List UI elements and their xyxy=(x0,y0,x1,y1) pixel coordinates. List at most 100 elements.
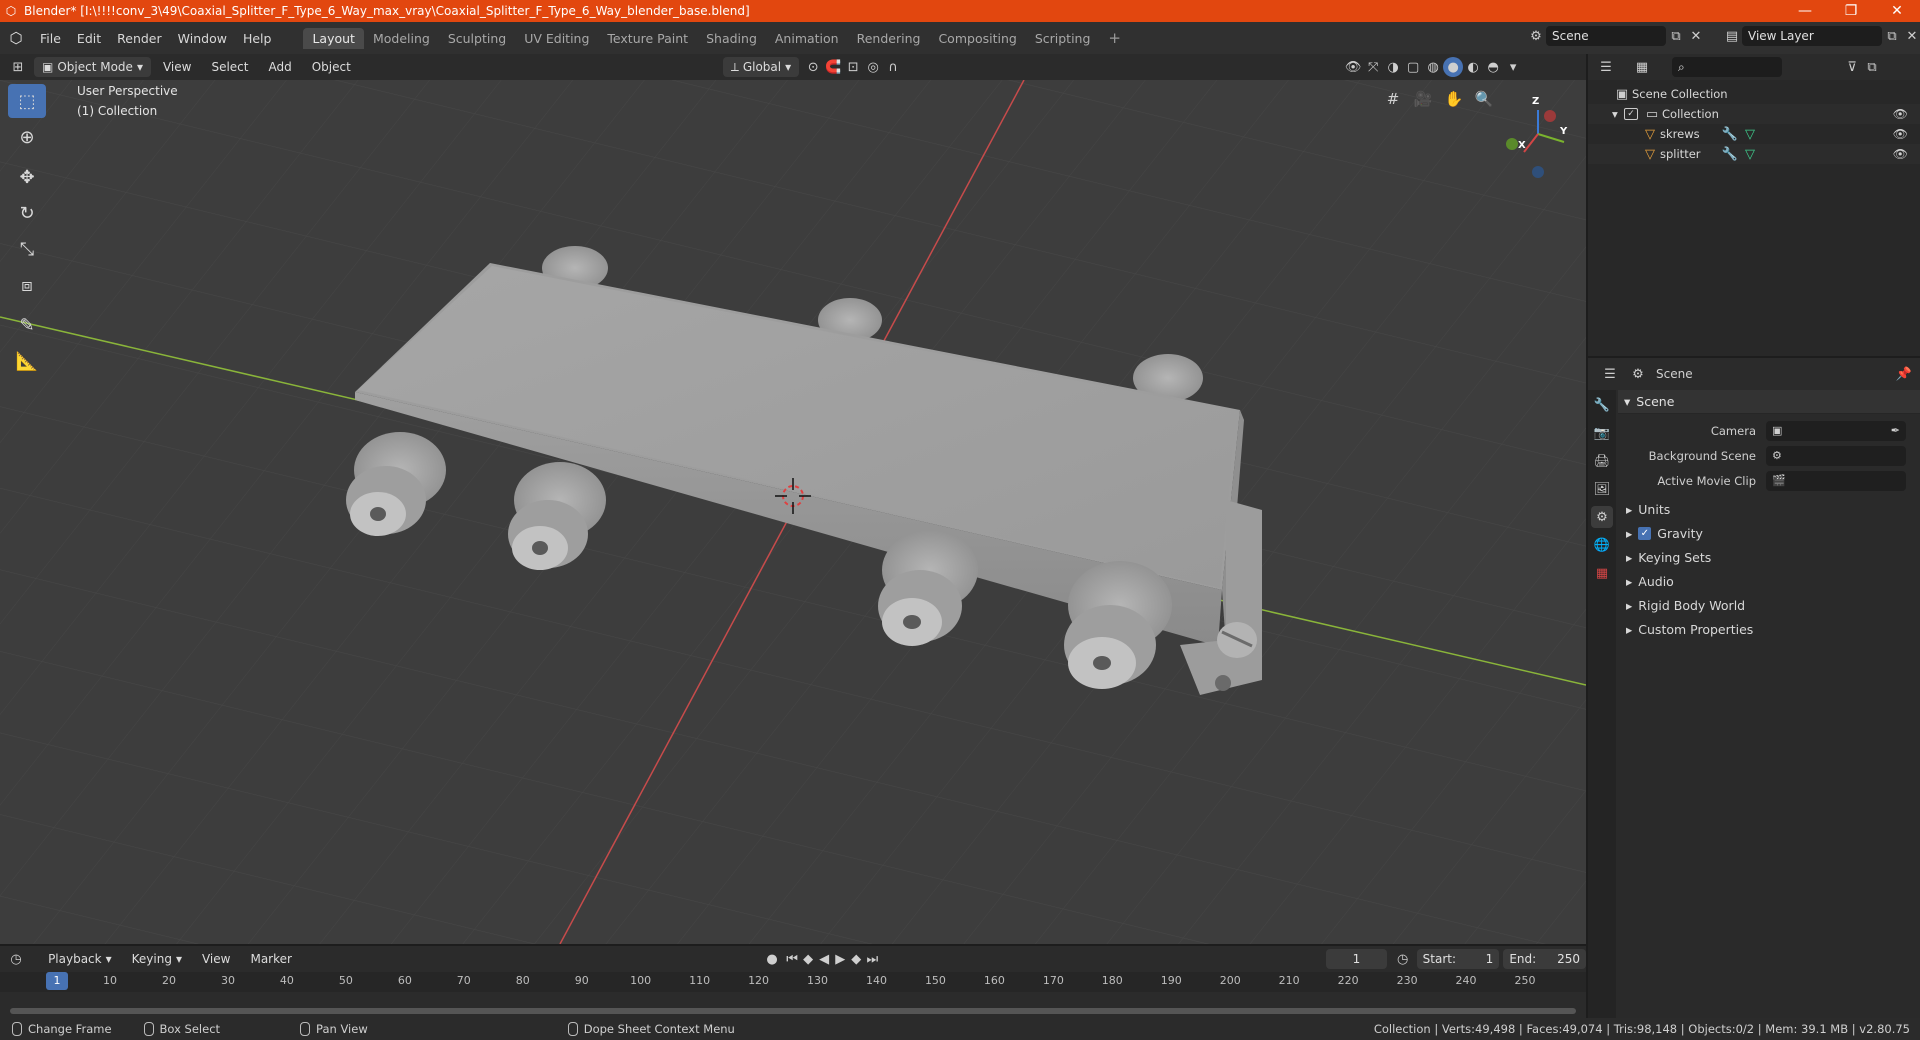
transform-tool-icon[interactable]: ⧈ xyxy=(8,268,46,302)
cursor-tool-icon[interactable]: ⊕ xyxy=(8,120,46,154)
blender-menu-icon[interactable]: ⬡ xyxy=(0,29,32,47)
outliner-object-skrews[interactable]: ▽ skrews 🔧 ▽ 👁 xyxy=(1588,124,1920,144)
timeline-ruler[interactable]: 1 10 20 30 40 50 60 70 80 90 100 110 120 130 140 150 16… xyxy=(0,972,1586,992)
proportional-edit-icon[interactable]: ◎ xyxy=(863,57,883,77)
camera-view-icon[interactable]: 🎥 xyxy=(1411,87,1435,111)
tab-scripting[interactable]: Scripting xyxy=(1026,28,1100,49)
snap-target-icon[interactable]: ⊡ xyxy=(843,57,863,77)
select-box-tool-icon[interactable]: ⬚ xyxy=(8,84,46,118)
measure-tool-icon[interactable]: 📐 xyxy=(8,344,46,378)
viewport-menu-object[interactable]: Object xyxy=(304,57,359,77)
active-movie-clip-field[interactable]: 🎬 xyxy=(1766,470,1906,491)
marker-menu[interactable]: Marker xyxy=(242,949,299,969)
menu-window[interactable]: Window xyxy=(170,31,235,46)
mode-dropdown[interactable]: ▣ Object Mode ▾ xyxy=(34,57,151,77)
prev-keyframe-icon[interactable]: ◆ xyxy=(800,949,816,969)
gizmo-toggle-icon[interactable]: ⤧ xyxy=(1363,57,1383,77)
audio-panel-header[interactable]: ▸ Audio xyxy=(1618,569,1920,593)
tab-modeling[interactable]: Modeling xyxy=(364,28,439,49)
gizmo-z-label[interactable]: Z xyxy=(1532,96,1539,107)
tab-rendering[interactable]: Rendering xyxy=(848,28,930,49)
timeline-editor-icon[interactable]: ◷ xyxy=(8,949,24,969)
playhead-frame-indicator[interactable]: 1 xyxy=(46,972,68,990)
preview-range-icon[interactable]: ◷ xyxy=(1395,949,1411,969)
transform-orientation-dropdown[interactable]: ⟂ Global ▾ xyxy=(722,57,800,77)
modifier-wrench-icon[interactable]: 🔧 xyxy=(1720,144,1740,164)
view-layer-field[interactable]: View Layer xyxy=(1742,26,1882,46)
object-visibility-icon[interactable]: 👁 xyxy=(1343,57,1363,77)
current-frame-field[interactable]: 1 xyxy=(1326,949,1387,969)
remove-scene-icon[interactable]: ✕ xyxy=(1686,26,1706,46)
record-icon[interactable]: ● xyxy=(764,949,780,969)
solid-shading-icon[interactable]: ● xyxy=(1443,57,1464,77)
falloff-icon[interactable]: ∩ xyxy=(883,57,903,77)
timeline-view-menu[interactable]: View xyxy=(194,949,238,969)
splitter-visibility-eye-icon[interactable]: 👁 xyxy=(1893,147,1908,161)
jump-start-icon[interactable]: ⏮ xyxy=(784,949,800,969)
new-collection-icon[interactable]: ⧉ xyxy=(1862,57,1882,77)
background-scene-field[interactable]: ⚙ xyxy=(1766,445,1906,466)
tool-tab-icon[interactable]: 🔧 xyxy=(1591,394,1613,416)
scene-name-field[interactable]: Scene xyxy=(1546,26,1666,46)
start-frame-field[interactable]: Start: 1 xyxy=(1416,949,1500,969)
viewport-menu-select[interactable]: Select xyxy=(203,57,256,77)
viewport-menu-view[interactable]: View xyxy=(155,57,199,77)
world-tab-icon[interactable]: 🌐 xyxy=(1591,534,1613,556)
minimize-button[interactable]: — xyxy=(1782,3,1828,19)
filter-icon[interactable]: ⊽ xyxy=(1842,57,1862,77)
material-shading-icon[interactable]: ◐ xyxy=(1463,57,1483,77)
gizmo-x-label[interactable]: X xyxy=(1518,140,1526,151)
output-tab-icon[interactable]: 🖨 xyxy=(1591,450,1613,472)
outliner-search-input[interactable]: ⌕ xyxy=(1672,57,1782,77)
viewport-menu-add[interactable]: Add xyxy=(260,57,299,77)
close-button[interactable]: ✕ xyxy=(1874,3,1920,19)
keying-sets-panel-header[interactable]: ▸ Keying Sets xyxy=(1618,545,1920,569)
move-tool-icon[interactable]: ✥ xyxy=(8,160,46,194)
collection-checkbox-icon[interactable]: ✓ xyxy=(1624,108,1638,120)
tab-texture-paint[interactable]: Texture Paint xyxy=(598,28,697,49)
new-scene-icon[interactable]: ⧉ xyxy=(1666,26,1686,46)
playback-menu[interactable]: Playback ▾ xyxy=(40,949,120,969)
pivot-point-icon[interactable]: ⊙ xyxy=(803,57,823,77)
outliner-object-splitter[interactable]: ▽ splitter 🔧 ▽ 👁 xyxy=(1588,144,1920,164)
editor-type-icon[interactable]: ⊞ xyxy=(8,57,28,77)
tab-uv-editing[interactable]: UV Editing xyxy=(515,28,598,49)
scene-panel-header[interactable]: ▾ Scene xyxy=(1618,390,1920,414)
next-keyframe-icon[interactable]: ◆ xyxy=(848,949,864,969)
outliner-collection[interactable]: ▾ ✓ ▭ Collection 👁 xyxy=(1588,104,1920,124)
menu-render[interactable]: Render xyxy=(109,31,170,46)
overlay-toggle-icon[interactable]: ◑ xyxy=(1383,57,1403,77)
play-icon[interactable]: ▶ xyxy=(832,949,848,969)
tab-compositing[interactable]: Compositing xyxy=(929,28,1025,49)
tab-animation[interactable]: Animation xyxy=(766,28,848,49)
timeline-scrollbar[interactable] xyxy=(10,1008,1576,1014)
jump-end-icon[interactable]: ⏭ xyxy=(864,949,880,969)
add-workspace-button[interactable]: + xyxy=(1099,26,1130,50)
xray-toggle-icon[interactable]: ▢ xyxy=(1403,57,1423,77)
new-view-layer-icon[interactable]: ⧉ xyxy=(1882,26,1902,46)
keying-menu[interactable]: Keying ▾ xyxy=(124,949,190,969)
play-reverse-icon[interactable]: ◀ xyxy=(816,949,832,969)
texture-tab-icon[interactable]: ▦ xyxy=(1591,562,1613,584)
3d-viewport[interactable]: Z Y X User Perspective (1) Collection # … xyxy=(0,80,1586,944)
zoom-view-icon[interactable]: 🔍 xyxy=(1472,87,1496,111)
snap-icon[interactable]: 🧲 xyxy=(823,57,843,77)
gravity-panel-header[interactable]: ▸ ✓ Gravity xyxy=(1618,521,1920,545)
gravity-checkbox[interactable]: ✓ xyxy=(1638,526,1652,540)
custom-properties-panel-header[interactable]: ▸ Custom Properties xyxy=(1618,617,1920,641)
modifier-wrench-icon[interactable]: 🔧 xyxy=(1720,124,1740,144)
gizmo-y-label[interactable]: Y xyxy=(1560,126,1567,137)
pin-icon[interactable]: 📌 xyxy=(1894,364,1914,384)
collection-visibility-eye-icon[interactable]: 👁 xyxy=(1893,107,1908,121)
view-layer-tab-icon[interactable]: 🖼 xyxy=(1591,478,1613,500)
shading-options-icon[interactable]: ▾ xyxy=(1503,57,1523,77)
tab-sculpting[interactable]: Sculpting xyxy=(439,28,515,49)
scene-tab-icon[interactable]: ⚙ xyxy=(1591,506,1613,528)
menu-help[interactable]: Help xyxy=(235,31,280,46)
rendered-shading-icon[interactable]: ◓ xyxy=(1483,57,1503,77)
outliner-scene-collection[interactable]: ▣ Scene Collection xyxy=(1588,84,1920,104)
camera-field[interactable]: ▣ ✒ xyxy=(1766,420,1906,441)
pan-view-icon[interactable]: ✋ xyxy=(1442,87,1466,111)
mesh-data-icon[interactable]: ▽ xyxy=(1740,144,1760,164)
remove-view-layer-icon[interactable]: ✕ xyxy=(1902,26,1920,46)
